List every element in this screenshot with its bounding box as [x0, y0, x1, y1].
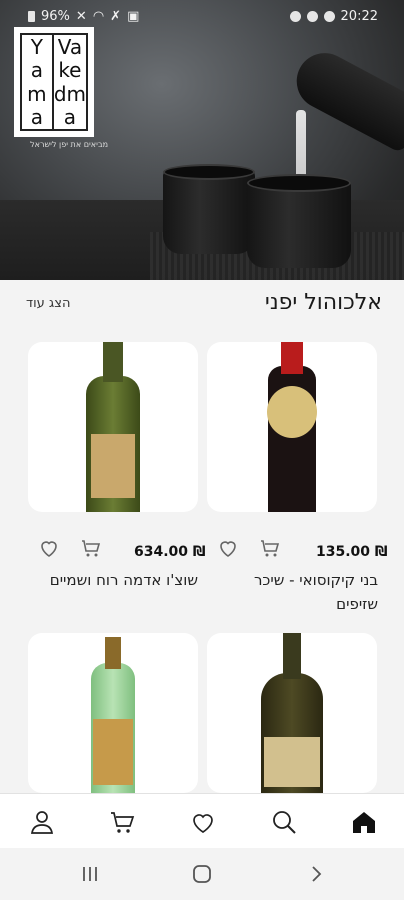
mute-icon: ✕ [75, 9, 87, 24]
back-icon[interactable] [304, 864, 328, 884]
brand-tagline: מביאים את יפן לישראל [30, 140, 108, 149]
recent-apps-icon[interactable] [78, 864, 102, 884]
hero-cup-left [163, 164, 255, 254]
bottle-label [267, 386, 317, 438]
bottle-cap [281, 342, 303, 374]
product-name[interactable]: בני קיקוסואי - שיכר שזיפים [218, 568, 378, 616]
bottle-label [91, 434, 135, 498]
bottle-label [93, 719, 133, 785]
user-icon[interactable] [28, 808, 56, 836]
product-price: 135.00 ₪ [316, 544, 388, 560]
battery-level: 96% [41, 9, 70, 24]
clock: 20:22 [340, 9, 378, 24]
app-notification-icon-3 [323, 11, 335, 22]
bottom-navigation [0, 793, 404, 848]
app-notification-icon-1 [289, 11, 301, 22]
product-card-image[interactable] [28, 342, 198, 512]
wishlist-heart-icon[interactable] [37, 536, 61, 560]
cart-icon[interactable] [108, 808, 136, 836]
bottle-cap [105, 637, 121, 669]
app-notification-icon-2 [306, 11, 318, 22]
hero-cup-right [247, 174, 351, 268]
product-name[interactable]: שוצ'ו אדמה רוח ושמיים [28, 568, 198, 592]
system-navigation-bar [0, 848, 404, 900]
bottle-cap [103, 342, 123, 382]
hero-banner: 96% ✕ ◠ ✗ ▣ 20:22 Y a m a Va ke dm a מבי… [0, 0, 404, 280]
add-to-cart-icon[interactable] [258, 536, 282, 560]
search-icon[interactable] [270, 808, 298, 836]
bottle-label [264, 737, 320, 787]
product-price: 634.00 ₪ [134, 544, 206, 560]
logo-column-left: Y a m a [27, 34, 47, 130]
battery-icon [28, 11, 35, 22]
home-button-icon[interactable] [190, 864, 214, 884]
heart-icon[interactable] [189, 808, 217, 836]
product-card-image[interactable] [207, 633, 377, 793]
wifi-icon: ◠ [92, 9, 105, 24]
bottle-cap [283, 633, 301, 679]
nfc-icon: ▣ [127, 9, 140, 24]
bluetooth-off-icon: ✗ [110, 9, 122, 24]
logo-column-right: Va ke dm a [53, 34, 86, 130]
wishlist-heart-icon[interactable] [216, 536, 240, 560]
add-to-cart-icon[interactable] [79, 536, 103, 560]
show-more-link[interactable]: הצג עוד [26, 296, 70, 311]
product-card-image[interactable] [207, 342, 377, 512]
section-title: אלכוהול יפני [264, 290, 382, 315]
product-card-image[interactable] [28, 633, 198, 793]
brand-logo[interactable]: Y a m a Va ke dm a [14, 27, 94, 137]
home-icon[interactable] [350, 808, 378, 836]
